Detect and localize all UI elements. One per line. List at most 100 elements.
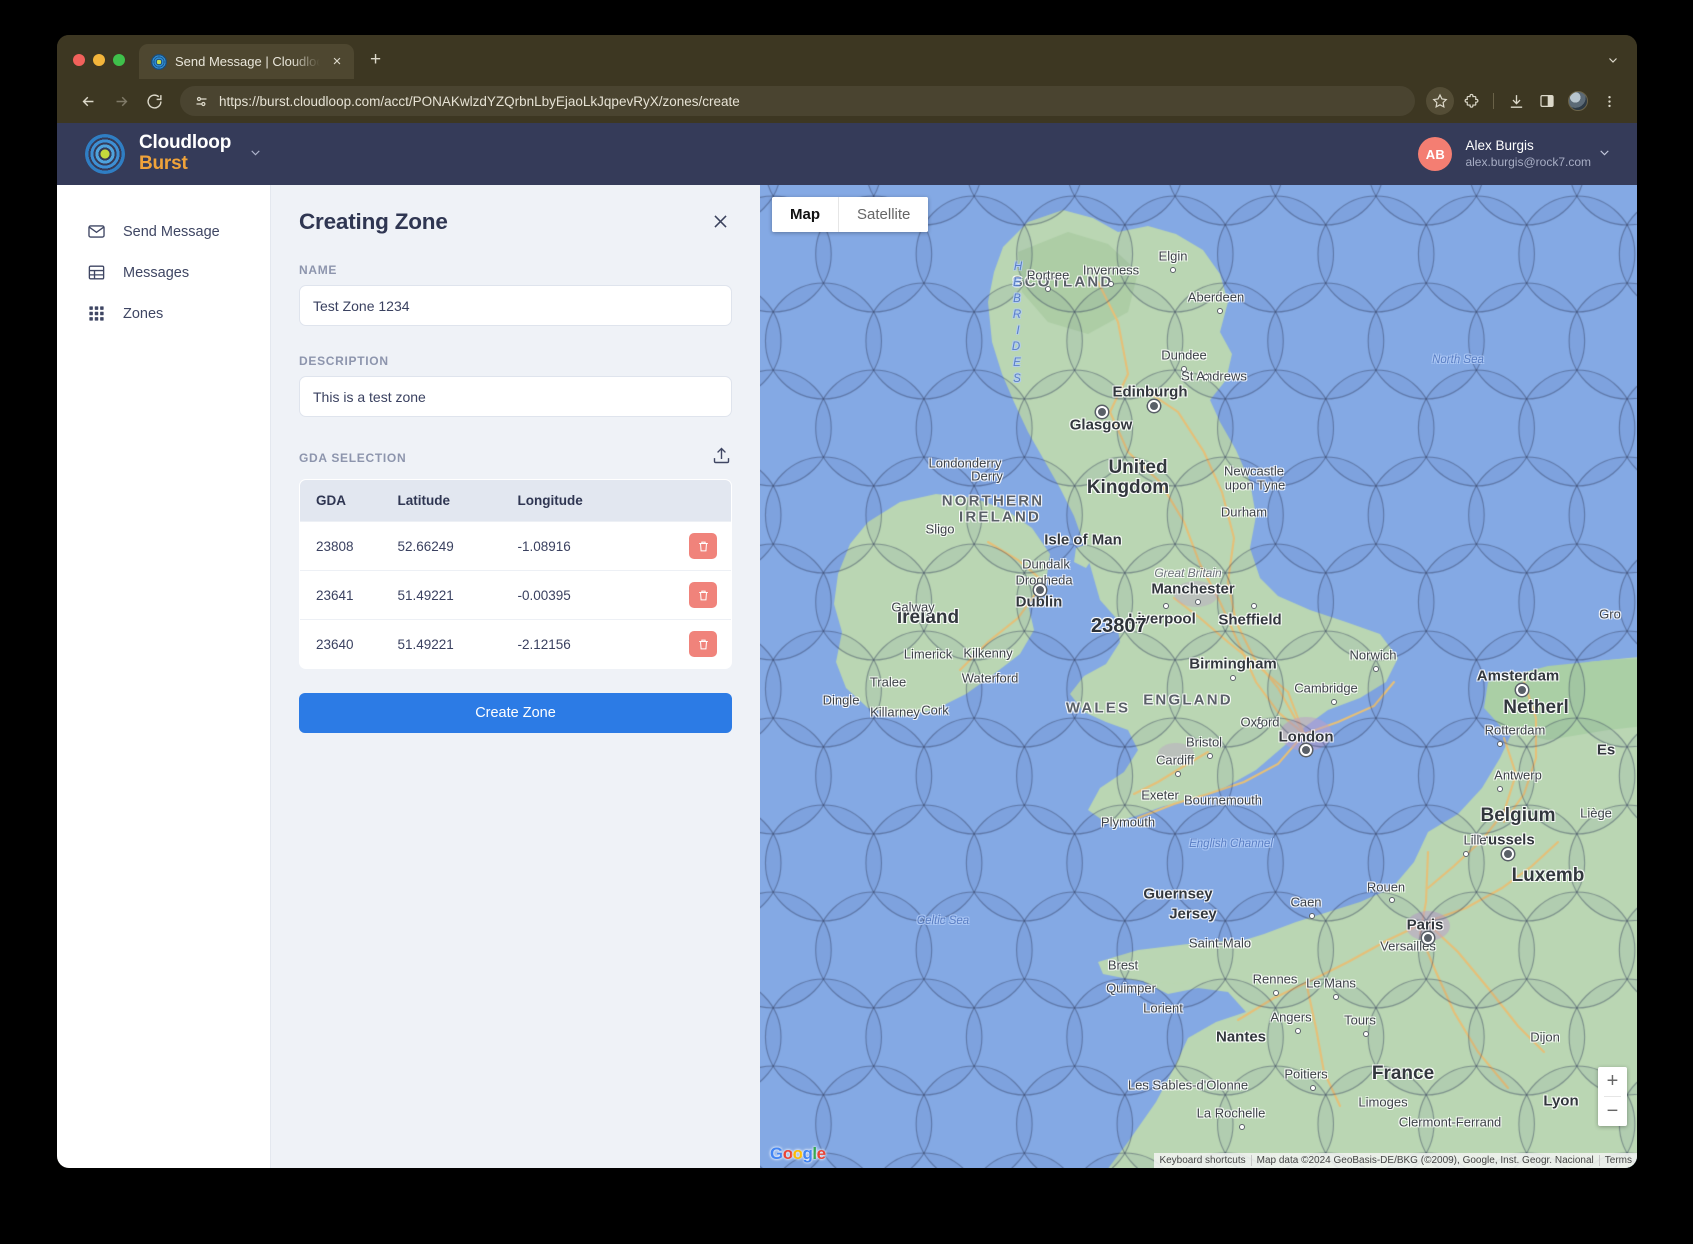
gda-table: GDA Latitude Longitude 23808 52.66249 -1… xyxy=(299,479,732,669)
user-chevron-down-icon[interactable] xyxy=(1598,146,1611,162)
map-attribution-bar: Keyboard shortcuts Map data ©2024 GeoBas… xyxy=(1154,1153,1637,1168)
profile-avatar-icon[interactable] xyxy=(1564,87,1592,115)
map-city-marker xyxy=(1518,686,1526,694)
reload-icon[interactable] xyxy=(139,86,169,116)
extensions-puzzle-icon[interactable] xyxy=(1457,87,1485,115)
cell-latitude: 51.49221 xyxy=(397,570,518,620)
toolbar-divider xyxy=(1493,93,1494,109)
map-type-satellite-button[interactable]: Satellite xyxy=(838,197,929,232)
back-arrow-icon[interactable] xyxy=(73,86,103,116)
star-icon[interactable] xyxy=(1426,87,1454,115)
name-input[interactable] xyxy=(299,285,732,326)
keyboard-shortcuts-link[interactable]: Keyboard shortcuts xyxy=(1154,1155,1250,1166)
sidebar-item-zones[interactable]: Zones xyxy=(57,293,270,334)
three-dot-menu-icon[interactable] xyxy=(1595,87,1623,115)
table-row: 23640 51.49221 -2.12156 xyxy=(300,619,731,668)
creating-zone-panel: Creating Zone NAME DESCRIPTION GDA SELEC… xyxy=(271,185,760,1168)
browser-tab[interactable]: Send Message | Cloudloop Bu × xyxy=(139,44,354,79)
sidebar-item-label: Send Message xyxy=(123,223,220,240)
map-city-marker xyxy=(1036,586,1044,594)
google-logo: Google xyxy=(770,1144,826,1163)
column-header-gda: GDA xyxy=(316,493,346,508)
delete-row-button[interactable] xyxy=(689,533,717,559)
minimize-window-button[interactable] xyxy=(93,54,105,66)
envelope-icon xyxy=(87,222,106,241)
map-type-control: Map Satellite xyxy=(772,197,929,232)
map-city-marker xyxy=(1424,934,1432,942)
map-city-marker xyxy=(1302,746,1310,754)
gda-selection-header: GDA SELECTION xyxy=(299,445,732,471)
tab-strip: Send Message | Cloudloop Bu × + xyxy=(57,35,1637,79)
create-zone-button[interactable]: Create Zone xyxy=(299,693,732,733)
cell-latitude: 51.49221 xyxy=(397,619,518,668)
forward-arrow-icon[interactable] xyxy=(106,86,136,116)
map-city-marker xyxy=(1373,666,1379,672)
tab-search-chevron-down-icon[interactable] xyxy=(1607,54,1619,69)
map-city-marker xyxy=(1163,603,1169,609)
map-type-map-button[interactable]: Map xyxy=(772,197,838,232)
sidebar-item-messages[interactable]: Messages xyxy=(57,252,270,293)
description-label: DESCRIPTION xyxy=(299,354,389,368)
map-city-marker xyxy=(1170,267,1176,273)
map-city-marker xyxy=(1195,599,1201,605)
upload-icon[interactable] xyxy=(711,445,732,471)
close-icon[interactable] xyxy=(708,209,732,233)
map-city-marker xyxy=(1108,281,1114,287)
new-tab-button[interactable]: + xyxy=(370,50,381,69)
map-city-marker xyxy=(1463,851,1469,857)
sidebar-item-send-message[interactable]: Send Message xyxy=(57,211,270,252)
table-row: 23808 52.66249 -1.08916 xyxy=(300,521,731,571)
delete-row-button[interactable] xyxy=(689,582,717,608)
page-title: Creating Zone xyxy=(299,209,448,234)
map-city-marker xyxy=(1181,366,1187,372)
tab-close-icon[interactable]: × xyxy=(328,54,346,69)
delete-row-button[interactable] xyxy=(689,631,717,657)
cloudloop-burst-logo[interactable]: Cloudloop Burst xyxy=(85,133,262,174)
map-city-marker xyxy=(1331,699,1337,705)
terms-link[interactable]: Terms xyxy=(1598,1155,1637,1166)
map-city-marker xyxy=(1389,897,1395,903)
cloudloop-favicon-icon xyxy=(151,53,167,70)
gda-selection-label: GDA SELECTION xyxy=(299,451,407,465)
maximize-window-button[interactable] xyxy=(113,54,125,66)
address-bar[interactable]: https://burst.cloudloop.com/acct/PONAKwl… xyxy=(180,86,1415,116)
column-header-latitude: Latitude xyxy=(397,493,451,508)
map-city-marker xyxy=(1257,723,1263,729)
avatar: AB xyxy=(1418,137,1453,171)
account-chevron-down-icon[interactable] xyxy=(249,146,262,162)
map-canvas[interactable] xyxy=(760,185,1637,1168)
zoom-control: + − xyxy=(1598,1067,1627,1126)
map-view[interactable]: SCOTLAND United Kingdom Ireland ENGLAND WALES… xyxy=(760,185,1637,1168)
dot-grid-icon xyxy=(87,304,106,323)
cell-longitude: -1.08916 xyxy=(517,521,668,571)
map-city-marker xyxy=(1273,990,1279,996)
cell-latitude: 52.66249 xyxy=(397,521,518,571)
sidebar: Send Message Messages Zones xyxy=(57,185,271,1168)
cell-actions xyxy=(667,521,731,571)
zoom-out-button[interactable]: − xyxy=(1598,1097,1627,1126)
cell-longitude: -2.12156 xyxy=(517,619,668,668)
sidebar-item-label: Messages xyxy=(123,264,190,281)
cell-gda: 23641 xyxy=(300,570,398,620)
map-city-marker xyxy=(1207,753,1213,759)
window-traffic-lights xyxy=(57,54,139,79)
side-panel-icon[interactable] xyxy=(1533,87,1561,115)
download-icon[interactable] xyxy=(1502,87,1530,115)
zoom-in-button[interactable]: + xyxy=(1598,1067,1627,1096)
table-row: 23641 51.49221 -0.00395 xyxy=(300,570,731,620)
map-city-marker xyxy=(1150,402,1158,410)
description-input[interactable] xyxy=(299,376,732,417)
cloudloop-logo-icon xyxy=(85,134,125,174)
user-email: alex.burgis@rock7.com xyxy=(1465,154,1591,169)
name-label: NAME xyxy=(299,263,338,277)
cell-actions xyxy=(667,570,731,620)
map-city-marker xyxy=(1333,994,1339,1000)
map-city-marker xyxy=(1239,1124,1245,1130)
logo-wordmark: Cloudloop Burst xyxy=(139,133,231,174)
column-header-actions xyxy=(668,480,732,522)
tab-title: Send Message | Cloudloop Bu xyxy=(175,54,320,69)
user-menu[interactable]: AB Alex Burgis alex.burgis@rock7.com xyxy=(1418,137,1611,171)
site-settings-icon[interactable] xyxy=(194,94,209,109)
close-window-button[interactable] xyxy=(73,54,85,66)
logo-line-cloudloop: Cloudloop xyxy=(139,132,232,154)
